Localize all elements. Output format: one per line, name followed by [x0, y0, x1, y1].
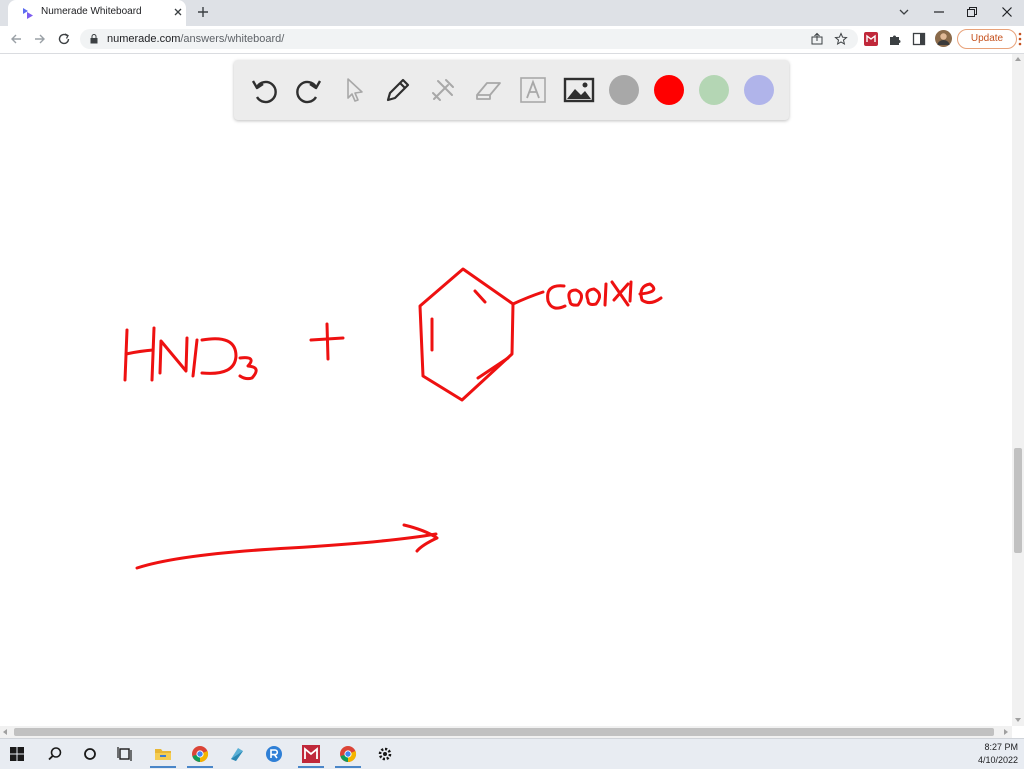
close-tab-icon[interactable] — [171, 5, 185, 19]
handwritten-coome — [511, 280, 663, 310]
browser-tab[interactable]: Numerade Whiteboard — [8, 0, 186, 26]
redo-icon[interactable] — [294, 75, 324, 105]
url-path: /answers/whiteboard/ — [180, 33, 285, 45]
chrome-active-icon[interactable] — [339, 745, 357, 763]
pen-icon[interactable] — [383, 75, 413, 105]
system-clock[interactable]: 8:27 PM 4/10/2022 — [978, 741, 1018, 767]
eraser-icon[interactable] — [473, 75, 503, 105]
task-view-icon[interactable] — [116, 745, 134, 763]
numerade-extension-icon[interactable] — [864, 32, 878, 46]
file-explorer-icon[interactable] — [154, 745, 172, 763]
color-swatch-lavender[interactable] — [744, 75, 774, 105]
update-button[interactable]: Update — [957, 29, 1017, 49]
handwritten-benzene-ring — [418, 267, 515, 402]
tab-title: Numerade Whiteboard — [41, 6, 142, 17]
app-notes-icon[interactable] — [228, 745, 246, 763]
color-swatch-gray[interactable] — [609, 75, 639, 105]
bookmark-star-icon[interactable] — [834, 32, 848, 46]
whiteboard-toolbar — [234, 60, 789, 120]
numerade-favicon-icon — [23, 8, 33, 19]
tab-strip: Numerade Whiteboard — [0, 0, 1024, 26]
image-icon[interactable] — [563, 75, 595, 105]
tools-icon[interactable] — [428, 75, 458, 105]
address-bar[interactable]: numerade.com/answers/whiteboard/ — [80, 29, 858, 49]
cortana-icon[interactable] — [81, 745, 99, 763]
browser-menu-icon[interactable] — [1018, 32, 1022, 46]
forward-icon[interactable] — [33, 32, 47, 46]
pointer-icon[interactable] — [339, 75, 369, 105]
numerade-app-icon[interactable] — [302, 745, 320, 763]
vertical-scrollbar[interactable] — [1012, 54, 1024, 726]
share-icon[interactable] — [810, 32, 824, 46]
chrome-icon[interactable] — [191, 745, 209, 763]
browser-toolbar: numerade.com/answers/whiteboard/ — [0, 26, 1024, 54]
handwritten-plus — [309, 322, 345, 361]
url-host: numerade.com — [107, 33, 181, 45]
search-icon[interactable] — [46, 745, 64, 763]
whiteboard-canvas[interactable] — [0, 54, 1012, 726]
scroll-up-arrow-icon[interactable] — [1015, 57, 1021, 61]
scroll-left-arrow-icon[interactable] — [3, 729, 7, 735]
back-icon[interactable] — [9, 32, 23, 46]
horizontal-scrollbar[interactable] — [0, 726, 1012, 738]
r-app-icon[interactable] — [265, 745, 283, 763]
minimize-icon[interactable] — [931, 4, 947, 20]
tab-search-icon[interactable] — [896, 4, 912, 20]
side-panel-icon[interactable] — [912, 32, 926, 46]
lock-icon — [90, 34, 98, 44]
scroll-down-arrow-icon[interactable] — [1015, 718, 1021, 722]
undo-icon[interactable] — [249, 75, 279, 105]
text-icon[interactable] — [518, 75, 548, 105]
reload-icon[interactable] — [57, 32, 71, 46]
whiteboard-page — [0, 54, 1012, 726]
handwritten-hno3 — [123, 326, 258, 382]
settings-gear-icon[interactable] — [376, 745, 394, 763]
new-tab-icon[interactable] — [196, 5, 210, 19]
vertical-scroll-thumb[interactable] — [1014, 448, 1022, 553]
clock-time: 8:27 PM — [984, 742, 1018, 752]
handwritten-reaction-arrow — [135, 523, 439, 570]
color-swatch-red[interactable] — [654, 75, 684, 105]
clock-date: 4/10/2022 — [977, 755, 1018, 765]
restore-icon[interactable] — [964, 4, 980, 20]
windows-taskbar: 8:27 PM 4/10/2022 — [0, 738, 1024, 769]
close-window-icon[interactable] — [999, 4, 1015, 20]
scroll-right-arrow-icon[interactable] — [1004, 729, 1008, 735]
color-swatch-green[interactable] — [699, 75, 729, 105]
url-text: numerade.com/answers/whiteboard/ — [107, 33, 284, 45]
profile-avatar-icon[interactable] — [935, 30, 952, 47]
windows-start-icon[interactable] — [10, 747, 24, 761]
horizontal-scroll-thumb[interactable] — [14, 728, 994, 736]
extensions-puzzle-icon[interactable] — [888, 32, 902, 46]
